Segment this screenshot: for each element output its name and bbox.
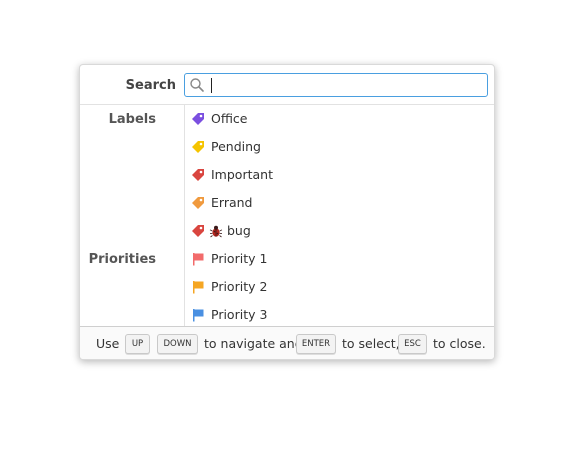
quick-filter-dialog: Search Labels Priorities Office Pending … (79, 64, 495, 360)
priority-name: Priority 3 (211, 307, 268, 322)
bug-emoji-icon (209, 225, 223, 238)
label-item-important[interactable]: Important (185, 161, 494, 189)
label-name: Office (211, 111, 248, 126)
label-name: Errand (211, 195, 253, 210)
label-item-errand[interactable]: Errand (185, 189, 494, 217)
key-esc: ESC (398, 334, 427, 354)
tag-icon (192, 225, 204, 237)
key-enter: ENTER (296, 334, 336, 354)
label-item-office[interactable]: Office (185, 105, 494, 133)
key-up: UP (125, 334, 150, 354)
search-row: Search (80, 65, 494, 105)
priority-item-2[interactable]: Priority 2 (185, 273, 494, 301)
priorities-section-title: Priorities (88, 252, 156, 267)
label-name: Important (211, 167, 273, 182)
tag-icon (192, 141, 204, 153)
label-name: bug (227, 223, 251, 238)
flag-icon (193, 253, 204, 266)
search-input[interactable] (207, 76, 477, 94)
hint-use-text: Use (96, 336, 120, 351)
hint-close-text: to close. (433, 336, 486, 351)
flag-icon (193, 309, 204, 322)
search-label: Search (125, 78, 176, 93)
priority-name: Priority 2 (211, 279, 268, 294)
hint-select-text: to select, (342, 336, 400, 351)
label-item-bug[interactable]: bug (185, 217, 494, 245)
tag-icon (192, 197, 204, 209)
label-item-pending[interactable]: Pending (185, 133, 494, 161)
text-caret (211, 78, 212, 93)
hint-navigate-text: to navigate and (204, 336, 303, 351)
flag-icon (193, 281, 204, 294)
priority-name: Priority 1 (211, 251, 268, 266)
results-area[interactable]: Labels Priorities Office Pending Importa… (80, 105, 494, 326)
key-down: DOWN (157, 334, 198, 354)
tag-icon (192, 169, 204, 181)
labels-section-title: Labels (108, 112, 156, 127)
label-name: Pending (211, 139, 261, 154)
tag-icon (192, 113, 204, 125)
search-box[interactable] (184, 73, 488, 97)
priority-item-1[interactable]: Priority 1 (185, 245, 494, 273)
keyboard-hints-footer: Use UP DOWN to navigate and ENTER to sel… (80, 326, 494, 359)
search-icon (190, 78, 204, 92)
priority-item-3[interactable]: Priority 3 (185, 301, 494, 326)
